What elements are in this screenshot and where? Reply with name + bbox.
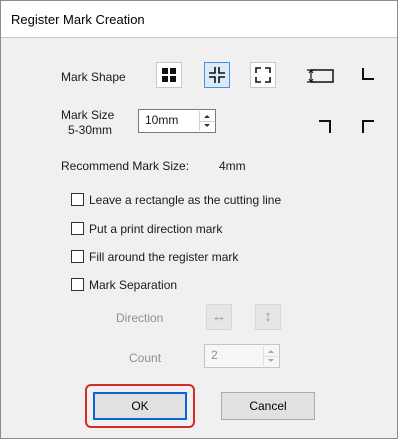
- window-title: Register Mark Creation: [11, 12, 145, 27]
- direction-label: Direction: [116, 311, 164, 325]
- mark-separation-checkbox[interactable]: [71, 278, 84, 291]
- mark-size-range-label: 5-30mm: [68, 123, 113, 137]
- dialog-body: Mark Shape Mark Size 5-30mm 10mm Recomme…: [1, 38, 397, 438]
- horizontal-arrows-icon: ↔: [211, 308, 227, 325]
- fill-around-label[interactable]: Fill around the register mark: [89, 250, 238, 264]
- mark-size-label: Mark Size: [61, 108, 115, 122]
- print-direction-checkbox[interactable]: [71, 222, 84, 235]
- fill-around-checkbox[interactable]: [71, 250, 84, 263]
- register-mark-dialog: Register Mark Creation Mark Shape Mark S…: [0, 0, 398, 439]
- leave-rectangle-checkbox[interactable]: [71, 193, 84, 206]
- count-value[interactable]: 2: [211, 348, 218, 362]
- bottom-left-mark-preview-icon: [319, 120, 331, 133]
- top-right-mark-preview-icon: [362, 68, 374, 80]
- title-bar: Register Mark Creation: [1, 1, 397, 38]
- cancel-button[interactable]: Cancel: [221, 392, 315, 420]
- mark-size-arrows: [199, 111, 214, 131]
- count-down-button[interactable]: [264, 356, 278, 366]
- leave-rectangle-label[interactable]: Leave a rectangle as the cutting line: [89, 193, 281, 207]
- mark-size-value[interactable]: 10mm: [145, 113, 178, 127]
- mark-shape-label: Mark Shape: [61, 70, 126, 84]
- count-stepper[interactable]: 2: [204, 344, 280, 368]
- horizontal-direction-button[interactable]: ↔: [206, 304, 232, 330]
- filled-squares-icon: [162, 68, 176, 82]
- mark-size-dimension-icon: [307, 69, 334, 83]
- cross-corners-icon: [209, 67, 225, 83]
- count-label: Count: [129, 351, 162, 365]
- vertical-direction-button[interactable]: ↕: [255, 304, 281, 330]
- mark-size-stepper[interactable]: 10mm: [138, 109, 216, 133]
- mark-shape-outer-corners-button[interactable]: [250, 62, 276, 88]
- vertical-arrows-icon: ↕: [264, 308, 272, 325]
- mark-shape-filled-squares-button[interactable]: [156, 62, 182, 88]
- mark-separation-label[interactable]: Mark Separation: [89, 278, 177, 292]
- caret-down-icon: [204, 124, 210, 127]
- outer-corners-icon: [255, 67, 271, 83]
- count-arrows: [263, 346, 278, 366]
- ok-button[interactable]: OK: [93, 392, 187, 420]
- mark-shape-cross-corners-button[interactable]: [204, 62, 230, 88]
- recommend-mark-size-value: 4mm: [219, 159, 246, 173]
- print-direction-label[interactable]: Put a print direction mark: [89, 222, 222, 236]
- caret-down-icon: [268, 359, 274, 362]
- recommend-mark-size-label: Recommend Mark Size:: [61, 159, 190, 173]
- mark-size-down-button[interactable]: [200, 121, 214, 131]
- bottom-right-mark-preview-icon: [362, 120, 374, 133]
